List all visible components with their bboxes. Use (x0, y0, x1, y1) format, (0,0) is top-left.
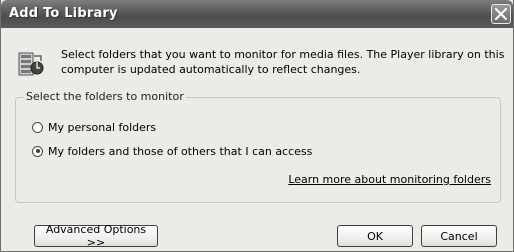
ok-button[interactable]: OK (337, 225, 413, 247)
close-button[interactable] (491, 4, 511, 24)
radio-button-unchecked[interactable] (32, 121, 43, 133)
description-text: Select folders that you want to monitor … (61, 48, 505, 76)
radio-personal-folders[interactable]: My personal folders (32, 120, 156, 134)
media-library-icon (18, 52, 44, 76)
title-bar[interactable]: Add To Library (1, 0, 513, 28)
radio-label-all: My folders and those of others that I ca… (48, 144, 313, 158)
dialog-title: Add To Library (9, 6, 118, 21)
radio-button-checked[interactable] (32, 145, 43, 157)
group-label: Select the folders to monitor (24, 90, 186, 103)
close-icon (495, 8, 507, 20)
radio-all-folders[interactable]: My folders and those of others that I ca… (32, 144, 312, 158)
radio-label-personal: My personal folders (48, 120, 157, 134)
advanced-options-button[interactable]: Advanced Options >> (34, 223, 158, 249)
add-to-library-dialog: Add To Library Select folders that you w… (0, 0, 514, 252)
monitor-folders-group: Select the folders to monitor My persona… (15, 90, 501, 203)
cancel-button[interactable]: Cancel (421, 225, 497, 247)
learn-more-link[interactable]: Learn more about monitoring folders (288, 173, 491, 186)
